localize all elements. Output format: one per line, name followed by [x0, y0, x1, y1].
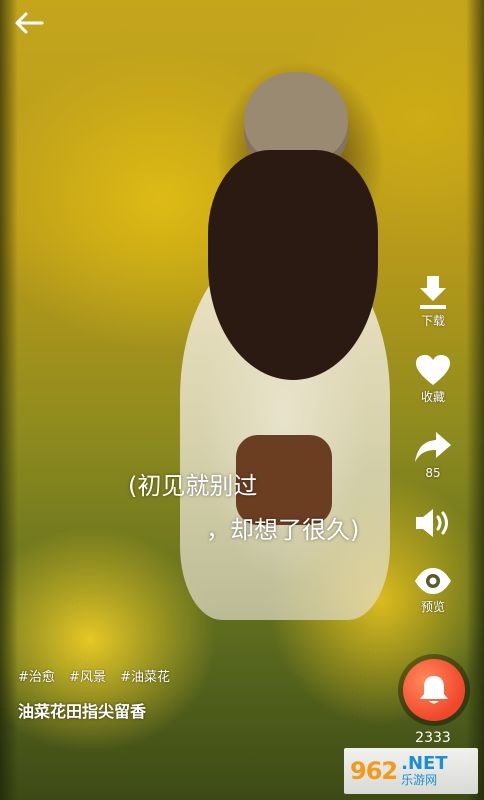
ringtone-count: 2333	[415, 730, 451, 746]
heart-icon	[416, 355, 450, 385]
subtitle-line-2: ，却想了很久)	[206, 516, 360, 544]
share-count: 85	[425, 466, 441, 480]
arrow-left-icon	[15, 12, 44, 34]
video-title: 油菜花田指尖留香	[18, 702, 147, 721]
watermark-name: 乐游网	[401, 773, 438, 787]
volume-icon	[416, 509, 448, 537]
favorite-label: 收藏	[420, 390, 445, 404]
download-icon	[420, 276, 446, 309]
hashtag[interactable]: #治愈	[18, 670, 55, 685]
subtitle-line-1: (初见就别过	[128, 472, 258, 500]
volume-button[interactable]	[402, 506, 464, 540]
download-button[interactable]: 下载	[402, 274, 464, 329]
preview-label: 预览	[420, 600, 445, 614]
ringtone-button-face	[403, 659, 465, 721]
favorite-button[interactable]: 收藏	[402, 354, 464, 405]
site-watermark: 962 .NET 乐游网	[344, 748, 478, 794]
bell-icon	[420, 676, 448, 704]
preview-button[interactable]: 预览	[402, 566, 464, 615]
long-hair	[208, 150, 378, 380]
left-edge-shade	[0, 0, 18, 800]
download-label: 下载	[420, 314, 445, 328]
eye-icon	[415, 568, 451, 594]
share-icon	[415, 432, 451, 462]
watermark-domain: .NET	[401, 753, 448, 774]
hashtag[interactable]: #油菜花	[120, 670, 170, 685]
back-button[interactable]	[12, 8, 46, 38]
watermark-number: 962	[350, 757, 398, 785]
hashtag-list: #治愈 #风景 #油菜花	[18, 666, 180, 685]
ringtone-button[interactable]	[398, 654, 470, 726]
hashtag[interactable]: #风景	[69, 670, 106, 685]
share-button[interactable]: 85	[402, 430, 464, 480]
